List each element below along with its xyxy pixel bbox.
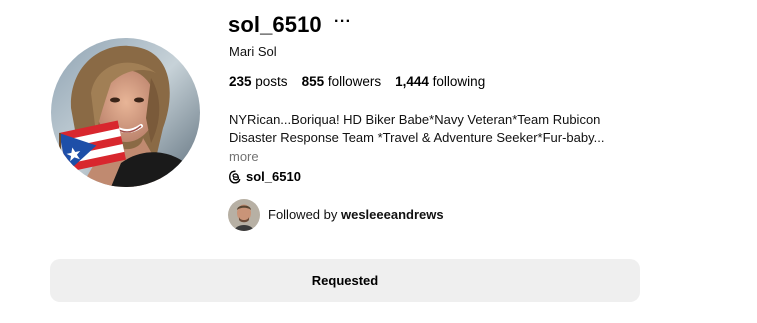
- posts-count: 235: [229, 74, 256, 89]
- bio-line-1: NYRican...Boriqua! HD Biker Babe*Navy Ve…: [229, 112, 601, 127]
- profile-bio: NYRican...Boriqua! HD Biker Babe*Navy Ve…: [229, 111, 639, 147]
- posts-stat: 235 posts: [229, 73, 288, 91]
- followed-by-name: wesleeeandrews: [340, 207, 444, 222]
- bio-line-2: Disaster Response Team *Travel & Adventu…: [229, 130, 605, 145]
- follower-avatar-icon: [228, 199, 260, 231]
- following-count: 1,444: [395, 74, 433, 89]
- following-stat[interactable]: 1,444 following: [395, 73, 485, 91]
- following-label: following: [432, 74, 486, 89]
- threads-icon: [228, 170, 242, 184]
- profile-username: sol_6510: [228, 12, 322, 37]
- bio-more-link[interactable]: more: [229, 148, 259, 166]
- threads-handle: sol_6510: [246, 169, 301, 184]
- profile-photo-icon: [51, 38, 200, 187]
- more-options-button[interactable]: ···: [334, 12, 351, 32]
- followers-stat[interactable]: 855 followers: [302, 73, 382, 91]
- profile-full-name: Mari Sol: [229, 44, 277, 59]
- threads-link[interactable]: sol_6510: [228, 168, 301, 186]
- followed-by-prefix: Followed by: [268, 207, 341, 222]
- followers-count: 855: [301, 74, 328, 89]
- followed-by[interactable]: Followed by wesleeeandrews: [228, 199, 444, 231]
- followed-by-text: Followed by wesleeeandrews: [268, 206, 444, 224]
- followers-label: followers: [327, 74, 382, 89]
- profile-avatar[interactable]: [51, 38, 200, 187]
- posts-label: posts: [255, 74, 288, 89]
- profile-stats: 235 posts 855 followers 1,444 following: [229, 73, 499, 91]
- requested-button[interactable]: Requested: [50, 259, 640, 302]
